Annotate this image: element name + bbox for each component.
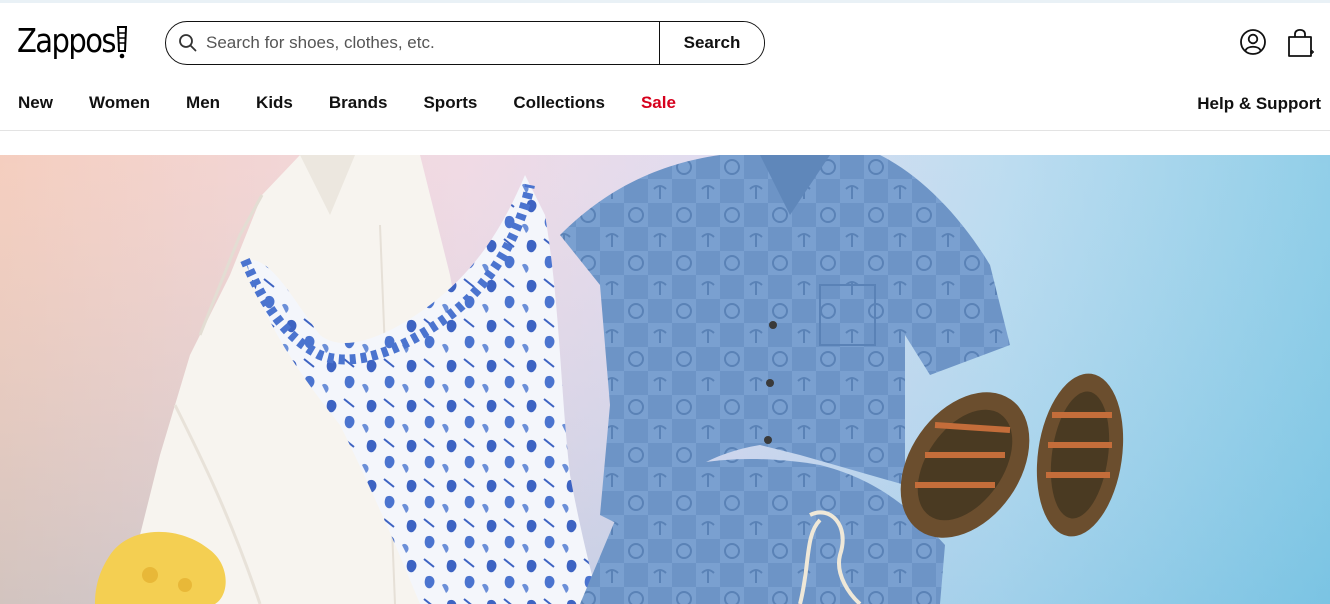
- search-bar: Search: [165, 21, 765, 65]
- hero-image: [0, 155, 1330, 604]
- nav-item-men[interactable]: Men: [186, 93, 220, 117]
- nav-item-sports[interactable]: Sports: [423, 93, 477, 117]
- search-icon: [179, 34, 197, 52]
- account-icon[interactable]: [1239, 28, 1267, 56]
- cart-icon[interactable]: [1286, 27, 1316, 59]
- nav-item-brands[interactable]: Brands: [329, 93, 388, 117]
- nav-item-kids[interactable]: Kids: [256, 93, 293, 117]
- search-input[interactable]: [206, 23, 659, 63]
- hero-banner[interactable]: [0, 155, 1330, 604]
- nav-item-women[interactable]: Women: [89, 93, 150, 117]
- logo-wordmark: Zappos: [17, 21, 117, 60]
- main-nav: New Women Men Kids Brands Sports Collect…: [18, 93, 712, 117]
- search-button[interactable]: Search: [659, 22, 764, 64]
- zappos-zip-logo-icon: [116, 26, 128, 59]
- help-support-link[interactable]: Help & Support: [1197, 94, 1321, 114]
- zappos-logo[interactable]: Zappos: [17, 21, 128, 61]
- nav-item-new[interactable]: New: [18, 93, 53, 117]
- nav-item-collections[interactable]: Collections: [513, 93, 605, 117]
- site-header: Zappos Search New Women Men Kids Brands …: [0, 3, 1330, 131]
- nav-item-sale[interactable]: Sale: [641, 93, 676, 117]
